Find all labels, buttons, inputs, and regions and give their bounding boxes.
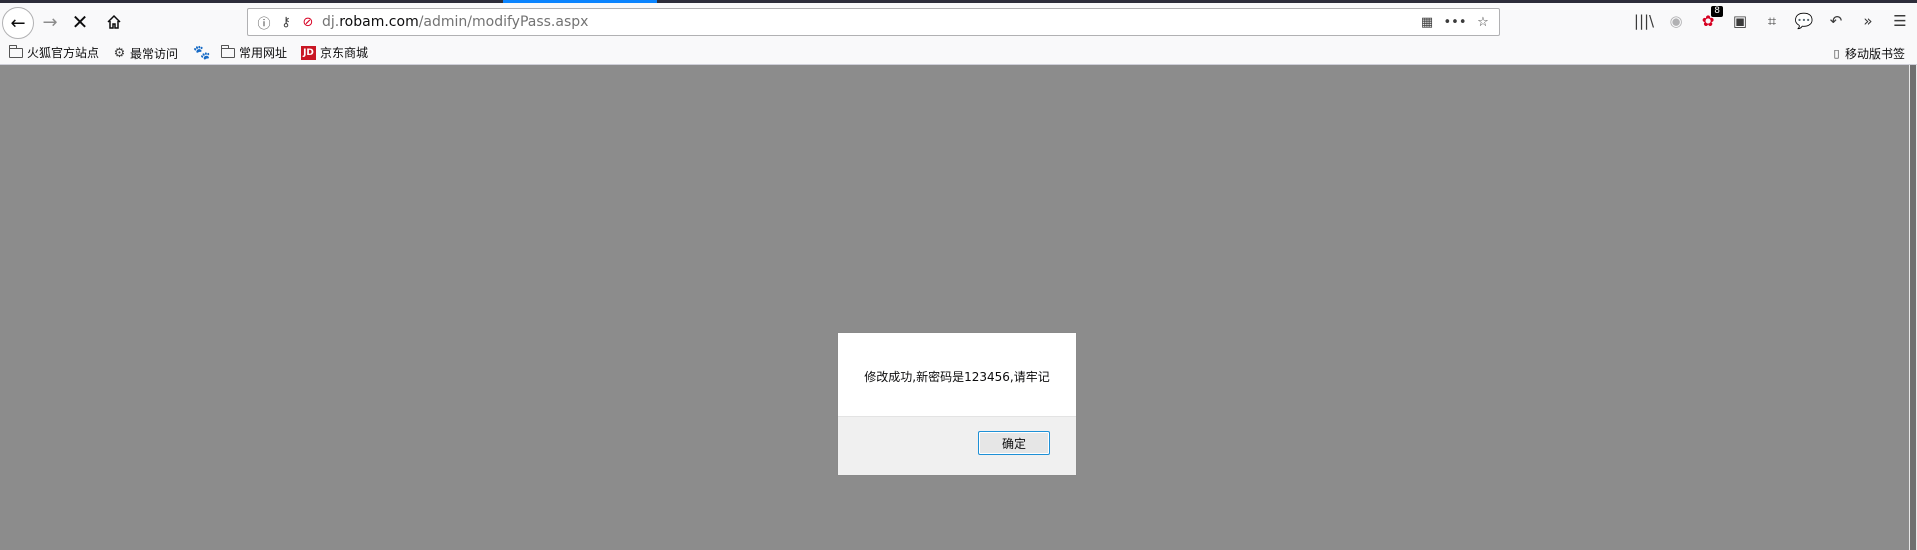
undo-icon[interactable]: ↶ (1825, 12, 1847, 30)
url-bar[interactable]: ⓘ ⚷ ⊘ dj.robam.com/admin/modifyPass.aspx… (247, 8, 1500, 36)
bookmark-most-visited[interactable]: ⚙ 最常访问 (113, 44, 178, 62)
stop-button[interactable]: ✕ (66, 8, 94, 36)
bookmark-common-sites[interactable]: 常用网址 (221, 44, 287, 61)
screenshot-icon[interactable]: ⌗ (1761, 12, 1783, 30)
forward-arrow-icon: → (42, 11, 58, 33)
qr-code-icon[interactable]: ▦ (1419, 13, 1435, 31)
bookmark-label: 常用网址 (239, 46, 288, 60)
menu-icon[interactable]: ☰ (1889, 12, 1911, 30)
jd-icon: JD (301, 45, 316, 60)
bookmark-label: 火狐官方站点 (27, 46, 100, 60)
back-button[interactable]: ← (2, 7, 34, 39)
page-content (0, 65, 1917, 550)
gear-icon: ⚙ (113, 45, 126, 61)
navigation-toolbar: ← → ✕ ⓘ ⚷ ⊘ dj.robam.com/admin/modifyPas… (0, 3, 1917, 41)
bookmark-label: 京东商城 (320, 46, 369, 60)
blocked-media-icon[interactable]: ⊘ (300, 13, 316, 31)
stop-icon: ✕ (71, 10, 89, 34)
mobile-phone-icon: ▯ (1833, 46, 1840, 60)
ok-button[interactable]: 确定 (978, 431, 1050, 455)
bookmark-star-icon[interactable]: ☆ (1475, 13, 1491, 31)
forward-button[interactable]: → (36, 8, 64, 36)
scrollbar[interactable] (1909, 65, 1917, 550)
back-arrow-icon: ← (10, 12, 26, 34)
extension-badge: 8 (1711, 6, 1723, 17)
extension-icon[interactable]: ✿ 8 (1697, 6, 1723, 30)
page-actions-icon[interactable]: ••• (1444, 13, 1467, 31)
folder-icon (9, 44, 23, 58)
alert-message: 修改成功,新密码是123456,请牢记 (864, 370, 1050, 384)
mobile-bookmarks[interactable]: ▯ 移动版书签 (1832, 44, 1905, 62)
chat-icon[interactable]: 💬 (1793, 12, 1815, 30)
record-icon[interactable]: ◉ (1665, 12, 1687, 30)
info-icon[interactable]: ⓘ (256, 13, 272, 32)
sidebar-icon[interactable]: ▣ (1729, 12, 1751, 30)
mobile-bookmarks-label: 移动版书签 (1845, 46, 1906, 61)
url-text[interactable]: dj.robam.com/admin/modifyPass.aspx (322, 14, 588, 30)
bookmark-jd[interactable]: JD 京东商城 (301, 44, 368, 61)
bookmark-firefox-official[interactable]: 火狐官方站点 (9, 44, 99, 61)
url-path: /admin/modifyPass.aspx (418, 14, 589, 30)
home-button[interactable] (100, 8, 128, 36)
library-icon[interactable]: |||\ (1633, 12, 1655, 30)
bookmark-label: 最常访问 (130, 46, 179, 61)
toolbar-right: |||\ ◉ ✿ 8 ▣ ⌗ 💬 ↶ » ☰ (1633, 6, 1917, 30)
overflow-icon[interactable]: » (1857, 12, 1879, 30)
home-icon (107, 14, 121, 29)
scrollbar-thumb[interactable] (1910, 65, 1916, 550)
baidu-icon: 🐾 (193, 45, 211, 61)
alert-dialog: 修改成功,新密码是123456,请牢记 确定 (837, 332, 1077, 476)
bookmark-baidu[interactable]: 🐾 (193, 44, 214, 62)
bookmarks-toolbar: 火狐官方站点 ⚙ 最常访问 🐾 常用网址 JD 京东商城 ▯ 移动版书签 (0, 41, 1917, 65)
url-host: robam.com (339, 14, 419, 30)
key-icon[interactable]: ⚷ (278, 13, 294, 31)
dialog-footer: 确定 (838, 416, 1076, 475)
folder-icon (221, 44, 235, 58)
url-prefix: dj. (322, 14, 340, 30)
